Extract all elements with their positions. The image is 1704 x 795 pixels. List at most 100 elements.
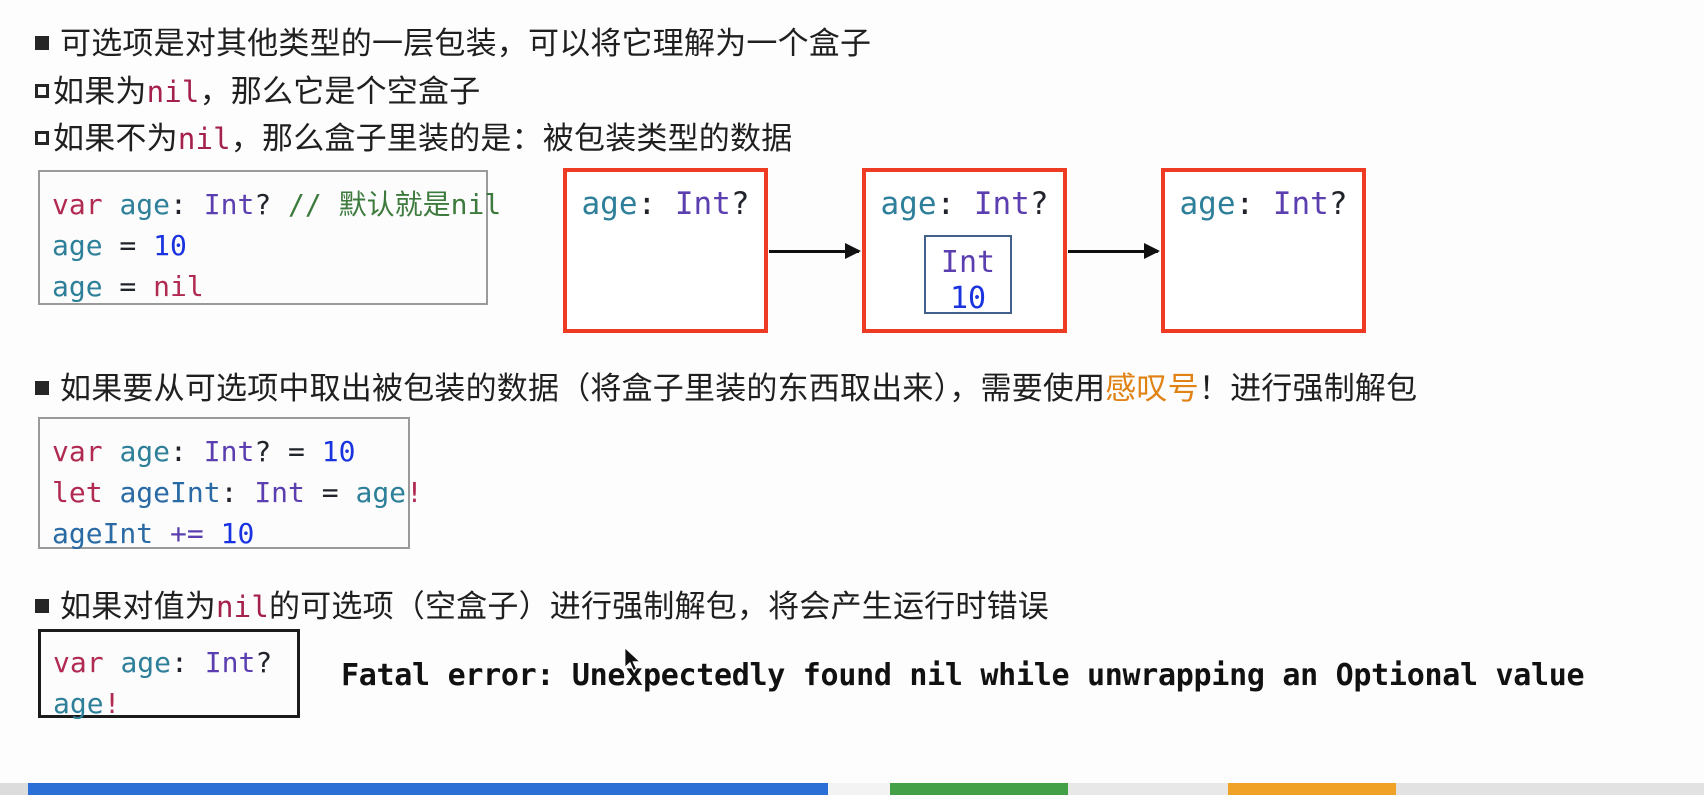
code-2-line: ageInt += 10: [52, 513, 408, 554]
code-2-line: var age: Int? = 10: [52, 431, 408, 472]
bullet-4-text-after: ！进行强制解包: [1198, 371, 1418, 406]
filled-square-bullet-icon: [35, 36, 49, 50]
diagram-box-3-label: age: Int?: [1165, 186, 1362, 222]
diagram-box-2-type: Int: [973, 186, 1030, 222]
code-2-token: ageInt: [52, 517, 154, 550]
slide-canvas: 可选项是对其他类型的一层包装，可以将它理解为一个盒子 如果为 nil ，那么它是个空…: [0, 0, 1704, 783]
code-2-token: [153, 517, 170, 550]
segment-grey-left: [0, 783, 28, 795]
code-3-line: age!: [53, 683, 297, 724]
code-1-token: var: [52, 188, 103, 221]
code-2-token: !: [406, 476, 423, 509]
diagram-box-3-name: age: [1179, 186, 1236, 222]
diagram-arrow-1-icon: [769, 243, 861, 259]
diagram-box-1-optional-mark: ?: [730, 186, 750, 222]
bullet-2-text-after: ，那么它是个空盒子: [199, 74, 481, 109]
hollow-square-bullet-icon: [35, 131, 49, 145]
code-3-token: :: [171, 646, 205, 679]
code-1-token: [271, 188, 288, 221]
code-1-token: =: [102, 229, 154, 262]
hollow-square-bullet-icon: [35, 84, 49, 98]
filled-square-bullet-icon: [35, 381, 49, 395]
segment-grey-right: [1396, 783, 1704, 795]
segment-white: [828, 783, 890, 795]
bullet-4-text-before: 如果要从可选项中取出被包装的数据（将盒子里装的东西取出来），需要使用: [60, 371, 1106, 406]
code-1-token: ?: [254, 188, 272, 221]
runtime-error-message: Fatal error: Unexpectedly found nil whil…: [341, 658, 1585, 693]
bullet-2-text-before: 如果为: [53, 74, 147, 109]
code-1-line: age = nil: [52, 266, 486, 307]
code-1-token: 10: [153, 229, 187, 262]
code-1-line: age = 10: [52, 225, 486, 266]
code-3-token: age: [53, 687, 104, 720]
code-2-line: let ageInt: Int = age!: [52, 472, 423, 513]
diagram-box-1-type: Int: [674, 186, 731, 222]
bullet-4-highlight: 感叹号: [1105, 371, 1199, 406]
code-1-token: age: [52, 270, 103, 303]
code-2-token: 10: [321, 435, 356, 468]
diagram-box-3-sep: :: [1235, 186, 1273, 222]
diagram-box-3-type: Int: [1272, 186, 1329, 222]
code-2-token: :: [170, 435, 204, 468]
code-block-2: var age: Int? = 10 let ageInt: Int = age!…: [38, 417, 423, 550]
code-1-token: :: [170, 188, 204, 221]
diagram-inner-value: 10: [949, 281, 987, 316]
code-1-token: age: [119, 188, 171, 221]
diagram-arrow-2-icon: [1068, 243, 1160, 259]
code-2-token: +=: [170, 517, 204, 550]
code-2-token: Int: [203, 435, 255, 468]
bullet-item-1: 可选项是对其他类型的一层包装，可以将它理解为一个盒子: [35, 18, 871, 63]
code-2-token: age: [355, 476, 407, 509]
diagram-box-2-label: age: Int?: [866, 186, 1063, 222]
bullet-5-text-after: 的可选项（空盒子）进行强制解包，将会产生运行时错误: [268, 589, 1049, 624]
code-3-token: [104, 646, 121, 679]
code-2-token: let: [52, 476, 103, 509]
diagram-inner-box: Int 10: [924, 235, 1012, 316]
code-2-token: [103, 476, 120, 509]
code-2-token: [103, 435, 120, 468]
code-block-1: var age: Int? // 默认就是nil age = 10 age = ni…: [38, 170, 501, 307]
filled-square-bullet-icon: [35, 599, 49, 613]
diagram-box-2-name: age: [880, 186, 937, 222]
code-1-token: [103, 188, 120, 221]
taskbar-strip: [0, 783, 1704, 795]
code-2-token: age: [119, 435, 171, 468]
diagram-box-1-label: age: Int?: [567, 186, 764, 222]
segment-green: [890, 783, 1068, 795]
diagram-box-2-optional-mark: ?: [1029, 186, 1049, 222]
code-3-token: Int: [204, 646, 256, 679]
code-2-token: ageInt: [119, 476, 221, 509]
bullet-item-4: 如果要从可选项中取出被包装的数据（将盒子里装的东西取出来），需要使用 感叹号 ！进行…: [35, 363, 1417, 408]
code-block-3: var age: Int? age!: [38, 629, 300, 720]
diagram-box-2-sep: :: [936, 186, 974, 222]
code-1-line: var age: Int? // 默认就是nil: [52, 184, 501, 225]
code-3-token: !: [103, 687, 121, 720]
code-1-token: nil: [153, 270, 204, 303]
bullet-5-code-nil: nil: [216, 590, 269, 624]
bullet-3-text-after: ，那么盒子里装的是：被包装类型的数据: [230, 121, 793, 156]
bullet-item-5: 如果对值为 nil 的可选项（空盒子）进行强制解包，将会产生运行时错误: [35, 581, 1049, 626]
bullet-item-2: 如果为 nil ，那么它是个空盒子: [35, 66, 480, 111]
diagram-box-1: age: Int?: [563, 168, 768, 333]
code-1-token: =: [102, 270, 154, 303]
code-2-token: var: [52, 435, 103, 468]
segment-orange: [1228, 783, 1396, 795]
segment-lightgrey: [1068, 783, 1228, 795]
diagram-inner-type: Int: [940, 245, 996, 280]
code-3-token: age: [120, 646, 172, 679]
code-1-token: age: [52, 229, 103, 262]
bullet-2-code-nil: nil: [146, 75, 200, 109]
diagram-box-3-optional-mark: ?: [1328, 186, 1348, 222]
segment-blue: [28, 783, 828, 795]
code-1-token: Int: [203, 188, 255, 221]
bullet-3-code-nil: nil: [177, 122, 231, 156]
diagram-box-2: age: Int? Int 10: [862, 168, 1067, 333]
bullet-5-text-before: 如果对值为: [60, 589, 216, 624]
bullet-3-text-before: 如果不为: [53, 121, 178, 156]
diagram-box-3: age: Int?: [1161, 168, 1366, 333]
bullet-item-3: 如果不为 nil ，那么盒子里装的是：被包装类型的数据: [35, 113, 792, 158]
code-2-token: Int: [254, 476, 305, 509]
code-2-token: ? =: [254, 435, 322, 468]
diagram-box-1-sep: :: [637, 186, 675, 222]
code-2-token: =: [304, 476, 356, 509]
